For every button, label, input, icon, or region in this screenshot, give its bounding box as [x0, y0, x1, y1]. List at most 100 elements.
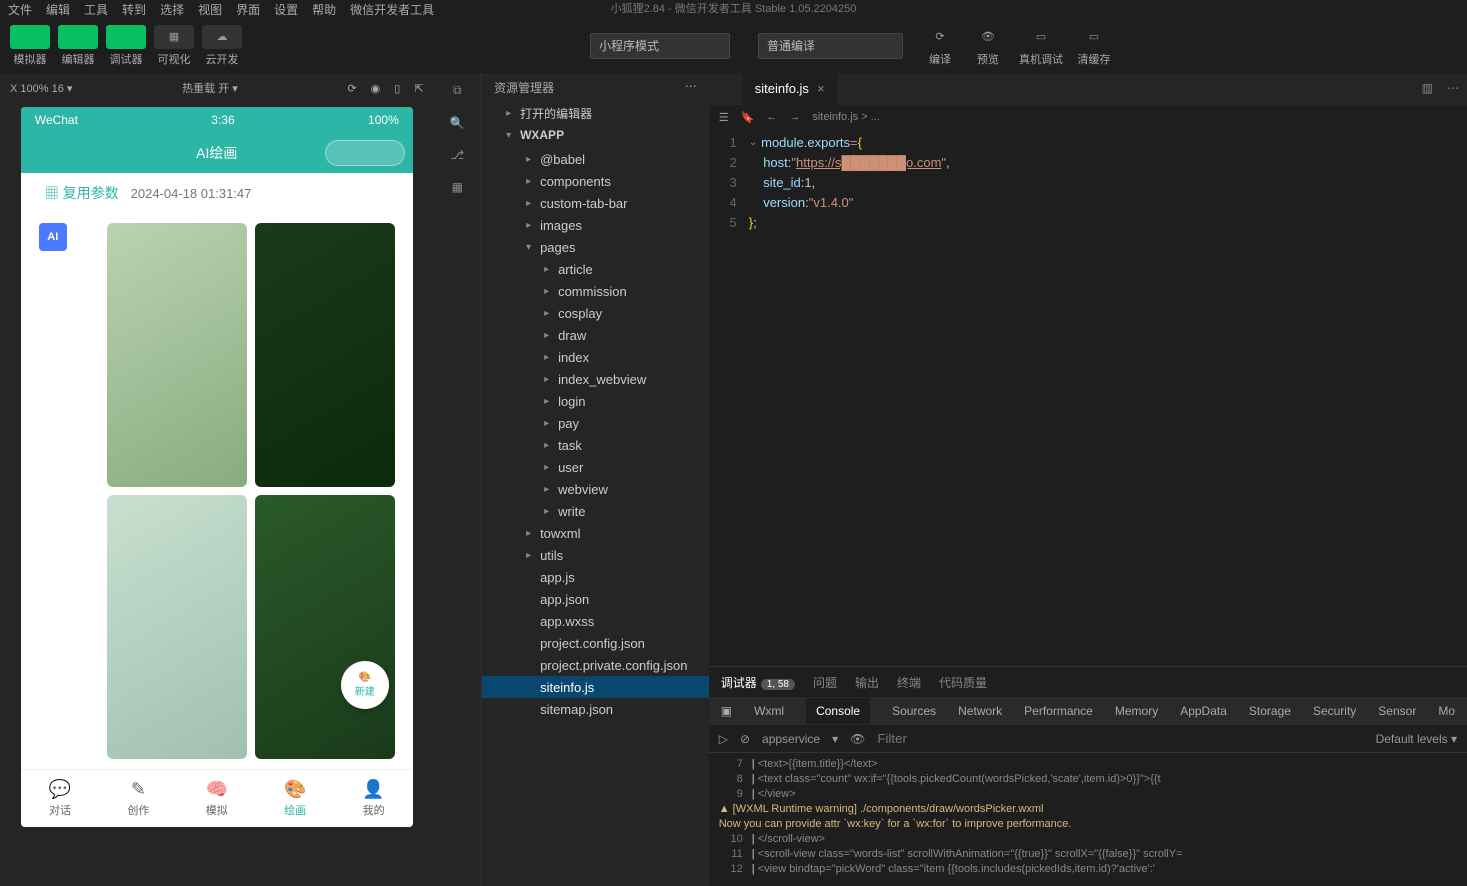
file-item[interactable]: app.wxss: [482, 610, 709, 632]
menu-item[interactable]: 工具: [84, 1, 108, 18]
file-item[interactable]: siteinfo.js: [482, 676, 709, 698]
simulator-button[interactable]: 模拟器: [10, 25, 50, 67]
folder-item[interactable]: ▸draw: [482, 324, 709, 346]
reuse-params[interactable]: ▦ 复用参数: [45, 183, 119, 203]
folder-item[interactable]: ▸images: [482, 214, 709, 236]
file-item[interactable]: sitemap.json: [482, 698, 709, 720]
record-icon[interactable]: ◉: [371, 82, 381, 95]
security-tab[interactable]: Security: [1313, 704, 1356, 718]
more-tab[interactable]: Mo: [1438, 704, 1455, 718]
folder-item[interactable]: ▸user: [482, 456, 709, 478]
menu-item[interactable]: 选择: [160, 1, 184, 18]
menu-item[interactable]: 视图: [198, 1, 222, 18]
device-icon[interactable]: ▯: [394, 82, 400, 95]
quality-tab[interactable]: 代码质量: [939, 674, 987, 691]
folder-item[interactable]: ▸write: [482, 500, 709, 522]
more-icon[interactable]: ⋯: [1447, 81, 1459, 95]
clear-cache-button[interactable]: ▭清缓存: [1077, 25, 1111, 67]
performance-tab[interactable]: Performance: [1024, 704, 1093, 718]
compile-button[interactable]: ⟳编译: [923, 25, 957, 67]
phone-tab[interactable]: 🎨绘画: [256, 770, 334, 827]
output-tab[interactable]: 输出: [855, 674, 879, 691]
filter-input[interactable]: [877, 731, 1363, 746]
folder-item[interactable]: ▸custom-tab-bar: [482, 192, 709, 214]
menu-item[interactable]: 文件: [8, 1, 32, 18]
sensor-tab[interactable]: Sensor: [1378, 704, 1416, 718]
root-folder[interactable]: ▾WXAPP: [482, 124, 709, 146]
menu-item[interactable]: 帮助: [312, 1, 336, 18]
zoom-select[interactable]: X 100% 16 ▾: [10, 82, 72, 95]
phone-tab[interactable]: ✎创作: [99, 770, 177, 827]
code-editor[interactable]: 1⌄module.exports = { 2 host: "https://s█…: [709, 129, 1467, 666]
network-tab[interactable]: Network: [958, 704, 1002, 718]
inspect-icon[interactable]: ▣: [721, 704, 732, 718]
files-icon[interactable]: ⧉: [453, 83, 462, 98]
folder-item[interactable]: ▸@babel: [482, 148, 709, 170]
search-icon[interactable]: 🔍: [450, 116, 465, 130]
compile-select[interactable]: 普通编译: [758, 33, 903, 59]
terminal-tab[interactable]: 终端: [897, 674, 921, 691]
folder-item[interactable]: ▸components: [482, 170, 709, 192]
clear-icon[interactable]: ⊘: [740, 732, 750, 746]
remote-debug-button[interactable]: ▭真机调试: [1019, 25, 1063, 67]
folder-item[interactable]: ▸article: [482, 258, 709, 280]
open-editors[interactable]: ▸打开的编辑器: [482, 102, 709, 124]
folder-item[interactable]: ▸pay: [482, 412, 709, 434]
branch-icon[interactable]: ⎇: [450, 148, 464, 162]
capsule-button[interactable]: [325, 140, 405, 166]
file-item[interactable]: project.private.config.json: [482, 654, 709, 676]
refresh-icon[interactable]: ⟳: [347, 82, 356, 95]
phone-tab[interactable]: 👤我的: [334, 770, 412, 827]
new-button[interactable]: 🎨新建: [341, 661, 389, 709]
levels-select[interactable]: Default levels ▾: [1376, 732, 1457, 746]
folder-item[interactable]: ▸index: [482, 346, 709, 368]
menu-item[interactable]: 微信开发者工具: [350, 1, 434, 18]
folder-item[interactable]: ▸towxml: [482, 522, 709, 544]
editor-button[interactable]: 编辑器: [58, 25, 98, 67]
folder-item[interactable]: ▸cosplay: [482, 302, 709, 324]
wxml-tab[interactable]: Wxml: [754, 704, 784, 718]
cloud-button[interactable]: ☁云开发: [202, 25, 242, 67]
folder-item[interactable]: ▸commission: [482, 280, 709, 302]
folder-item[interactable]: ▸index_webview: [482, 368, 709, 390]
phone-tab[interactable]: 💬对话: [21, 770, 99, 827]
file-item[interactable]: app.json: [482, 588, 709, 610]
file-item[interactable]: project.config.json: [482, 632, 709, 654]
toggle-icon[interactable]: ▷: [719, 732, 728, 746]
bookmark-icon[interactable]: 🔖: [741, 111, 755, 124]
gallery-image[interactable]: [255, 223, 395, 487]
menu-item[interactable]: 编辑: [46, 1, 70, 18]
forward-icon[interactable]: →: [789, 111, 800, 123]
popout-icon[interactable]: ⇱: [414, 82, 423, 95]
folder-item[interactable]: ▸login: [482, 390, 709, 412]
debugger-button[interactable]: 调试器: [106, 25, 146, 67]
gallery-image[interactable]: [107, 495, 247, 759]
folder-item[interactable]: ▸utils: [482, 544, 709, 566]
menu-item[interactable]: 设置: [274, 1, 298, 18]
menu-item[interactable]: 界面: [236, 1, 260, 18]
sources-tab[interactable]: Sources: [892, 704, 936, 718]
breadcrumb[interactable]: siteinfo.js > ...: [812, 111, 880, 123]
debugger-tab[interactable]: 调试器1, 58: [721, 674, 795, 691]
mode-select[interactable]: 小程序模式: [590, 33, 730, 59]
memory-tab[interactable]: Memory: [1115, 704, 1158, 718]
split-icon[interactable]: ▥: [1422, 81, 1433, 95]
folder-item[interactable]: ▾pages: [482, 236, 709, 258]
file-item[interactable]: app.js: [482, 566, 709, 588]
console-tab[interactable]: Console: [806, 698, 870, 724]
visual-button[interactable]: ▦可视化: [154, 25, 194, 67]
more-icon[interactable]: ⋯: [685, 79, 697, 96]
ext-icon[interactable]: ▦: [452, 180, 463, 194]
appdata-tab[interactable]: AppData: [1180, 704, 1227, 718]
hot-reload-select[interactable]: 热重载 开 ▾: [182, 80, 238, 96]
phone-tab[interactable]: 🧠模拟: [178, 770, 256, 827]
context-select[interactable]: appservice: [762, 732, 820, 746]
menu-item[interactable]: 转到: [122, 1, 146, 18]
gallery-image[interactable]: [255, 495, 395, 759]
close-icon[interactable]: ×: [817, 81, 825, 96]
editor-tab[interactable]: siteinfo.js×: [743, 73, 837, 105]
problems-tab[interactable]: 问题: [813, 674, 837, 691]
folder-item[interactable]: ▸task: [482, 434, 709, 456]
folder-item[interactable]: ▸webview: [482, 478, 709, 500]
preview-button[interactable]: 👁预览: [971, 25, 1005, 67]
